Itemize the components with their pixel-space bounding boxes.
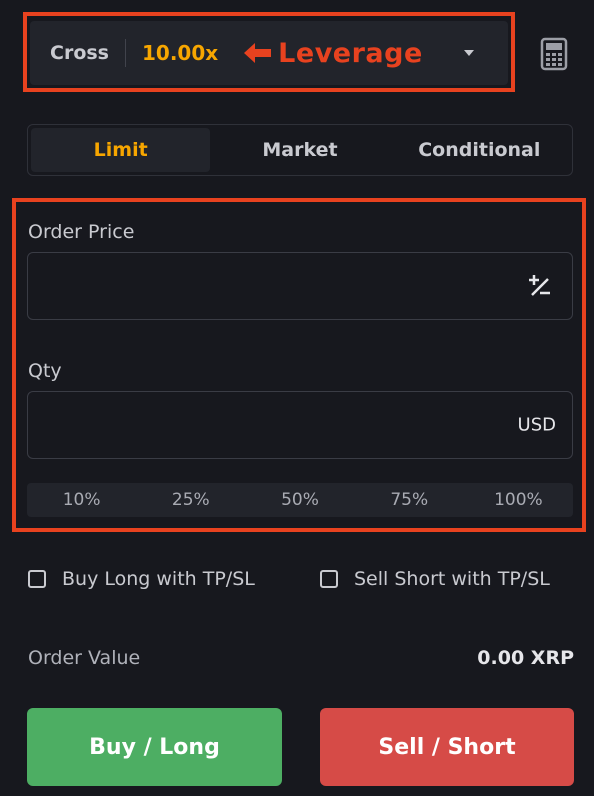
leverage-value[interactable]: 10.00x [142,41,218,65]
order-price-input[interactable] [40,253,484,321]
margin-mode-label[interactable]: Cross [50,42,109,64]
order-price-field[interactable] [27,252,573,321]
buy-long-button[interactable]: Buy / Long [27,708,282,786]
qty-unit-label: USD [517,414,556,436]
divider [125,39,126,67]
percentage-selector: 10% 25% 50% 75% 100% [27,483,573,517]
order-type-tabs: Limit Market Conditional [27,124,573,176]
qty-input[interactable] [40,392,484,460]
order-value-label: Order Value [28,647,141,669]
qty-field[interactable]: USD [27,391,573,460]
tab-limit[interactable]: Limit [31,128,211,172]
percent-option-50[interactable]: 50% [245,483,354,517]
percent-option-10[interactable]: 10% [27,483,136,517]
buy-long-tpsl-checkbox[interactable] [28,570,46,588]
sell-short-tpsl-checkbox[interactable] [320,570,338,588]
order-price-label: Order Price [28,221,135,243]
buy-long-tpsl-label: Buy Long with TP/SL [62,568,255,590]
percent-option-100[interactable]: 100% [464,483,573,517]
sell-short-tpsl-option[interactable]: Sell Short with TP/SL [320,568,550,590]
leverage-annotation-label: Leverage [278,37,423,69]
order-input-highlight-frame [12,198,586,532]
tab-market[interactable]: Market [210,128,389,172]
buy-long-tpsl-option[interactable]: Buy Long with TP/SL [28,568,255,590]
sell-short-tpsl-label: Sell Short with TP/SL [354,568,550,590]
sell-short-button[interactable]: Sell / Short [320,708,574,786]
percent-option-75[interactable]: 75% [355,483,464,517]
percent-option-25[interactable]: 25% [136,483,245,517]
leverage-selector[interactable]: Cross 10.00x Leverage [30,21,508,85]
order-value-amount: 0.00 XRP [477,647,574,669]
tab-conditional[interactable]: Conditional [390,128,569,172]
arrow-left-icon [244,42,272,64]
calculator-icon[interactable] [540,37,568,71]
qty-label: Qty [28,360,62,382]
plus-minus-icon[interactable] [526,272,554,300]
order-panel: Cross 10.00x Leverage Limit Market Condi… [0,0,594,796]
chevron-down-icon[interactable] [464,50,474,56]
